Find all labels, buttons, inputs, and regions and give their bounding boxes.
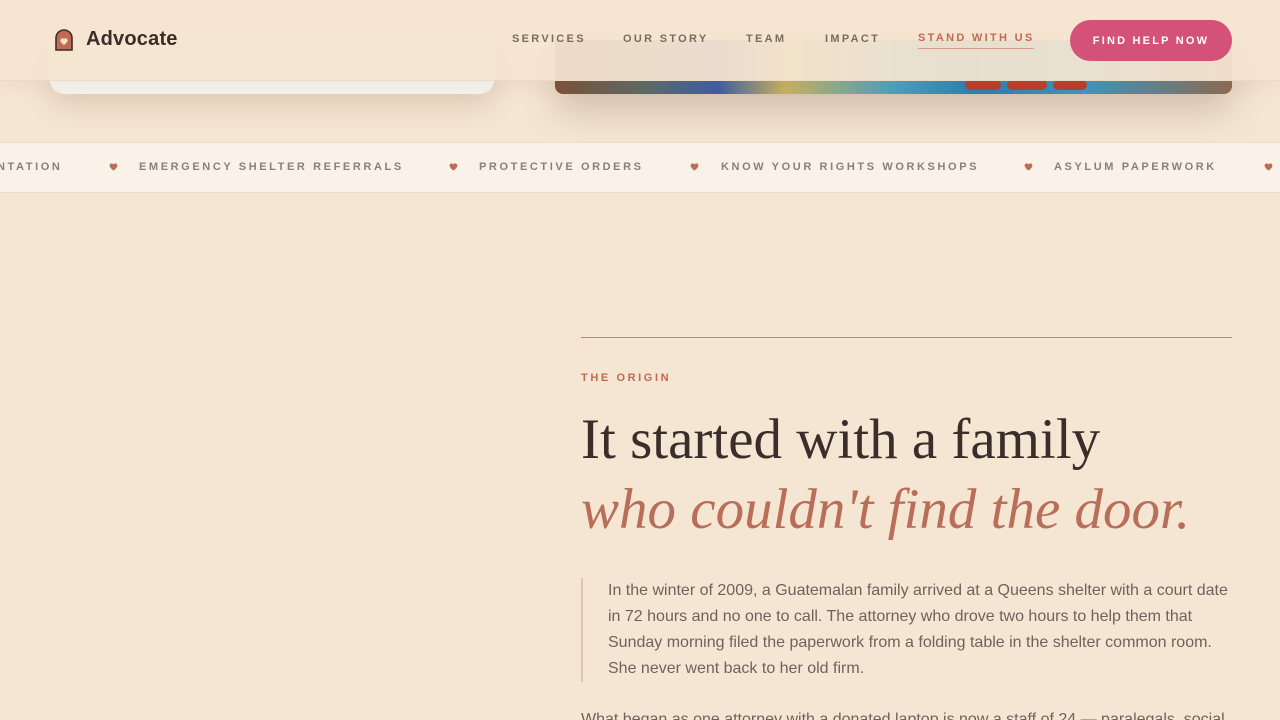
marquee-item: KNOW YOUR RIGHTS WORKSHOPS bbox=[721, 161, 980, 173]
image-detail bbox=[1053, 80, 1087, 90]
heart-icon bbox=[690, 163, 699, 171]
heart-icon bbox=[109, 163, 118, 171]
nav-our-story[interactable]: OUR STORY bbox=[623, 33, 709, 45]
section-divider bbox=[581, 337, 1232, 338]
marquee-track: NTATION EMERGENCY SHELTER REFERRALS PROT… bbox=[0, 161, 1280, 177]
section-eyebrow: THE ORIGIN bbox=[581, 372, 672, 384]
origin-quote: In the winter of 2009, a Guatemalan fami… bbox=[581, 578, 1232, 682]
nav-services[interactable]: SERVICES bbox=[512, 33, 586, 45]
headline-line-2: who couldn't find the door. bbox=[581, 478, 1191, 541]
marquee-item: NTATION bbox=[0, 161, 63, 173]
services-marquee: NTATION EMERGENCY SHELTER REFERRALS PROT… bbox=[0, 142, 1280, 193]
find-help-now-button[interactable]: FIND HELP NOW bbox=[1070, 20, 1232, 61]
nav-impact[interactable]: IMPACT bbox=[825, 33, 880, 45]
marquee-item: PROTECTIVE ORDERS bbox=[479, 161, 644, 173]
nav-stand-with-us[interactable]: STAND WITH US bbox=[918, 32, 1035, 49]
heart-icon bbox=[449, 163, 458, 171]
heart-icon bbox=[1264, 163, 1273, 171]
headline-line-1: It started with a family bbox=[581, 408, 1101, 471]
image-detail bbox=[965, 80, 1001, 90]
site-header: Advocate SERVICES OUR STORY TEAM IMPACT … bbox=[0, 0, 1280, 81]
marquee-item: ASYLUM PAPERWORK bbox=[1054, 161, 1217, 173]
origin-body-text: What began as one attorney with a donate… bbox=[581, 711, 1225, 720]
section-headline: It started with a family who couldn't fi… bbox=[581, 405, 1241, 545]
image-detail bbox=[1007, 80, 1047, 90]
marquee-item: EMERGENCY SHELTER REFERRALS bbox=[139, 161, 404, 173]
nav-team[interactable]: TEAM bbox=[746, 33, 786, 45]
heart-icon bbox=[1024, 163, 1033, 171]
